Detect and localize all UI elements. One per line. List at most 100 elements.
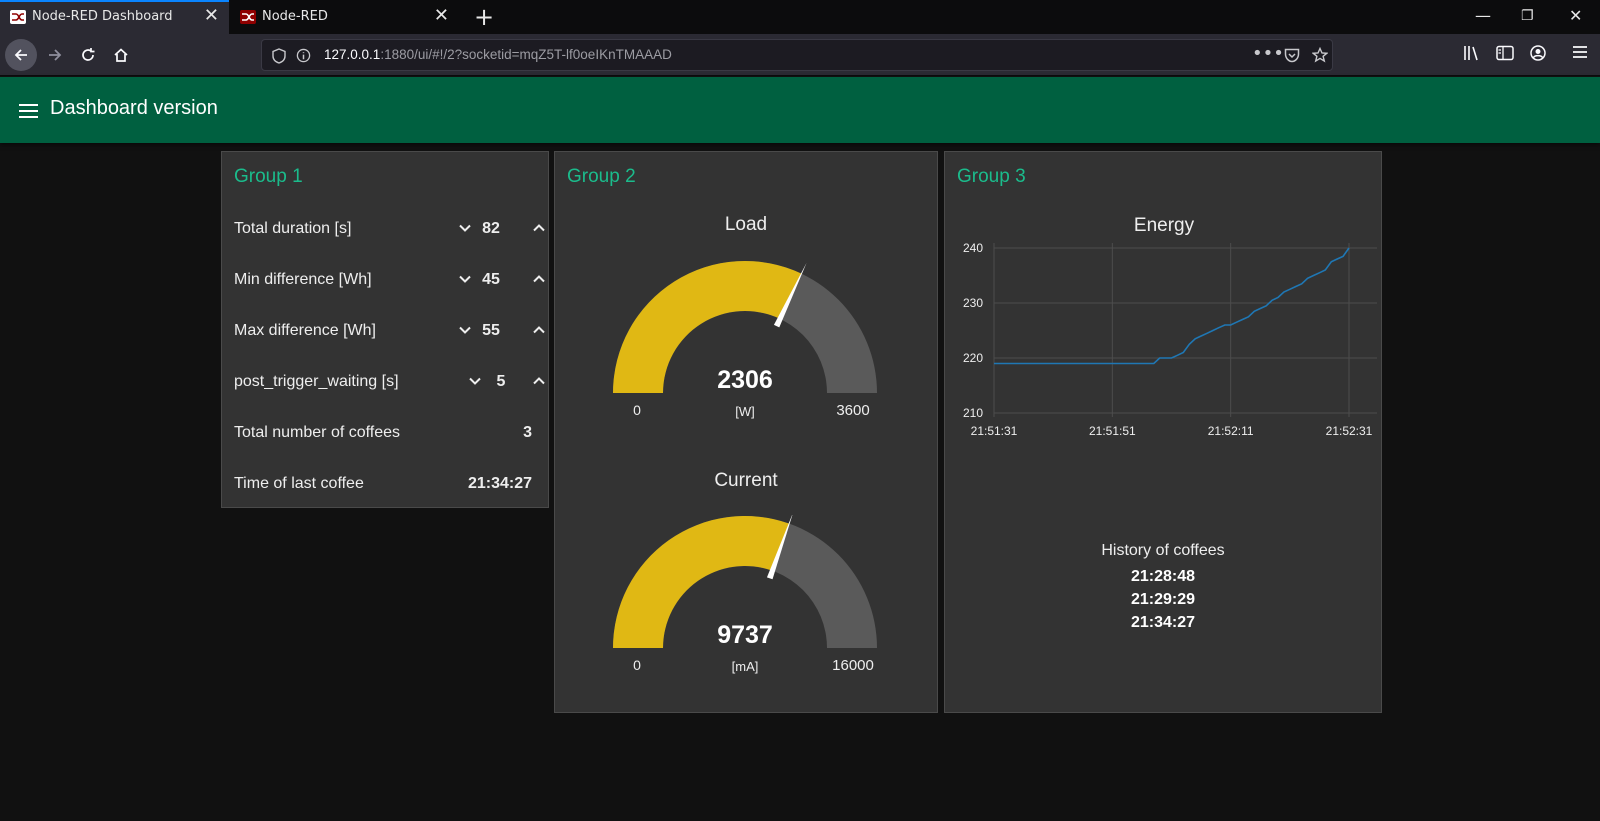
numeric-label: post_trigger_waiting [s] <box>234 373 399 390</box>
restore-icon[interactable]: ❐ <box>1521 8 1534 24</box>
history-item: 21:28:48 <box>1130 568 1196 585</box>
numeric-value[interactable]: 5 <box>486 373 516 391</box>
chevron-up-icon[interactable] <box>532 221 546 235</box>
sidebar-icon[interactable] <box>1496 45 1514 61</box>
address-bar[interactable]: 127.0.0.1:1880/ui/#!/2?socketid=mqZ5T-lf… <box>261 39 1333 71</box>
tab-node-red[interactable]: Node-RED ✕ <box>230 0 459 34</box>
back-button[interactable] <box>5 39 37 71</box>
gauge-value: 2306 <box>717 366 773 394</box>
minimize-icon[interactable]: — <box>1475 6 1491 25</box>
group-title: Group 3 <box>957 166 1026 187</box>
group-3-card: Group 3 Energy 210 220 230 240 21:51:31 21:5… <box>944 151 1382 713</box>
chevron-down-icon[interactable] <box>468 374 482 388</box>
load-gauge: 2306 [W] 0 3600 <box>613 261 877 419</box>
forward-button[interactable] <box>39 39 71 71</box>
text-total-coffees: Total number of coffees 3 <box>234 419 532 449</box>
numeric-value[interactable]: 55 <box>476 322 506 340</box>
shield-icon[interactable] <box>272 48 286 64</box>
y-tick-label: 240 <box>963 241 983 255</box>
dashboard-header: Dashboard version <box>0 77 1600 143</box>
chart-grid <box>993 243 1377 417</box>
node-red-favicon-icon <box>10 10 26 24</box>
x-tick-label: 21:52:11 <box>1208 424 1254 438</box>
gauge-title: Load <box>724 214 768 235</box>
text-value: 3 <box>523 424 532 441</box>
home-button[interactable] <box>105 39 137 71</box>
active-tab-indicator <box>0 0 229 2</box>
gauge-min: 0 <box>633 402 641 418</box>
library-icon[interactable] <box>1463 45 1481 61</box>
energy-chart: Energy 210220230240 21:51:31 21:51:51 21:5… <box>963 215 1377 438</box>
close-tab-icon[interactable]: ✕ <box>204 6 219 26</box>
text-label: Time of last coffee <box>234 475 364 492</box>
app-menu-icon[interactable] <box>1572 45 1588 59</box>
group-2-card: Group 2 Load 2306 [W] 0 3600 Current 973… <box>554 151 938 713</box>
arrow-right-icon <box>49 49 62 61</box>
chevron-up-icon[interactable] <box>532 374 546 388</box>
numeric-label: Max difference [Wh] <box>234 322 376 339</box>
current-gauge: 9737 [mA] 0 16000 <box>613 515 877 674</box>
chevron-down-icon[interactable] <box>458 221 472 235</box>
gauge-max: 3600 <box>836 402 869 419</box>
gauge-title: Current <box>714 470 778 491</box>
arrow-left-icon <box>14 49 27 61</box>
window-close-icon[interactable]: ✕ <box>1569 6 1582 25</box>
y-tick-label: 230 <box>963 296 983 310</box>
text-label: Total number of coffees <box>234 424 401 441</box>
numeric-max-difference: Max difference [Wh] 55 <box>234 317 545 347</box>
group-1-card: Group 1 Total duration [s] 82 Min differ… <box>221 151 549 508</box>
gauge-max: 16000 <box>832 657 874 674</box>
new-tab-icon[interactable]: + <box>474 3 494 31</box>
tab-node-red-dashboard[interactable]: Node-RED Dashboard ✕ <box>0 0 229 34</box>
close-tab-icon[interactable]: ✕ <box>434 6 449 26</box>
numeric-value[interactable]: 45 <box>476 271 506 289</box>
numeric-total-duration: Total duration [s] 82 <box>234 215 545 245</box>
chart-title: Energy <box>1134 215 1195 236</box>
numeric-min-difference: Min difference [Wh] 45 <box>234 266 545 296</box>
numeric-label: Min difference [Wh] <box>234 271 372 288</box>
gauge-fill <box>613 261 802 393</box>
pocket-icon[interactable] <box>1284 48 1300 63</box>
history-item: 21:34:27 <box>1130 614 1196 631</box>
history-item: 21:29:29 <box>1130 591 1196 608</box>
group-title: Group 2 <box>567 166 636 187</box>
tab-label: Node-RED Dashboard <box>32 9 173 24</box>
info-icon[interactable] <box>296 48 311 63</box>
x-axis-ticks: 21:51:31 21:51:51 21:52:11 21:52:31 <box>971 424 1373 438</box>
gauge-value: 9737 <box>717 621 773 649</box>
more-actions-icon[interactable]: ••• <box>1252 43 1284 64</box>
chevron-down-icon[interactable] <box>458 323 472 337</box>
y-tick-label: 210 <box>963 406 983 420</box>
bookmark-star-icon[interactable] <box>1312 47 1328 63</box>
node-red-favicon-icon <box>240 10 256 24</box>
numeric-label: Total duration [s] <box>234 220 352 237</box>
gauge-min: 0 <box>633 657 641 673</box>
browser-toolbar: 127.0.0.1:1880/ui/#!/2?socketid=mqZ5T-lf… <box>0 34 1600 76</box>
numeric-post-trigger-waiting: post_trigger_waiting [s] 5 <box>234 368 545 398</box>
text-time-last-coffee: Time of last coffee 21:34:27 <box>234 470 532 500</box>
chevron-up-icon[interactable] <box>532 272 546 286</box>
page-title: Dashboard version <box>50 97 218 119</box>
group-title: Group 1 <box>234 166 303 187</box>
energy-series-line <box>994 247 1350 365</box>
numeric-value[interactable]: 82 <box>476 220 506 238</box>
gauge-units: [W] <box>735 404 755 419</box>
history-title: History of coffees <box>1101 542 1225 559</box>
gauge-units: [mA] <box>732 659 759 674</box>
y-axis-ticks: 210 220 230 240 <box>963 241 983 420</box>
menu-icon[interactable] <box>19 104 38 118</box>
home-icon <box>114 48 128 62</box>
url-host: 127.0.0.1 <box>324 47 381 62</box>
x-tick-label: 21:51:51 <box>1089 424 1136 438</box>
tab-label: Node-RED <box>262 9 328 24</box>
url-path: :1880/ui/#!/2?socketid=mqZ5T-lf0oeIKnTMA… <box>380 47 672 62</box>
chevron-down-icon[interactable] <box>458 272 472 286</box>
text-value: 21:34:27 <box>467 475 532 492</box>
account-icon[interactable] <box>1530 45 1546 61</box>
reload-icon <box>82 48 95 61</box>
url-text[interactable]: 127.0.0.1:1880/ui/#!/2?socketid=mqZ5T-lf… <box>324 47 672 62</box>
reload-button[interactable] <box>72 39 104 71</box>
browser-tab-bar: Node-RED Dashboard ✕ Node-RED ✕ + — ❐ ✕ <box>0 0 1600 34</box>
x-tick-label: 21:51:31 <box>971 424 1018 438</box>
chevron-up-icon[interactable] <box>532 323 546 337</box>
